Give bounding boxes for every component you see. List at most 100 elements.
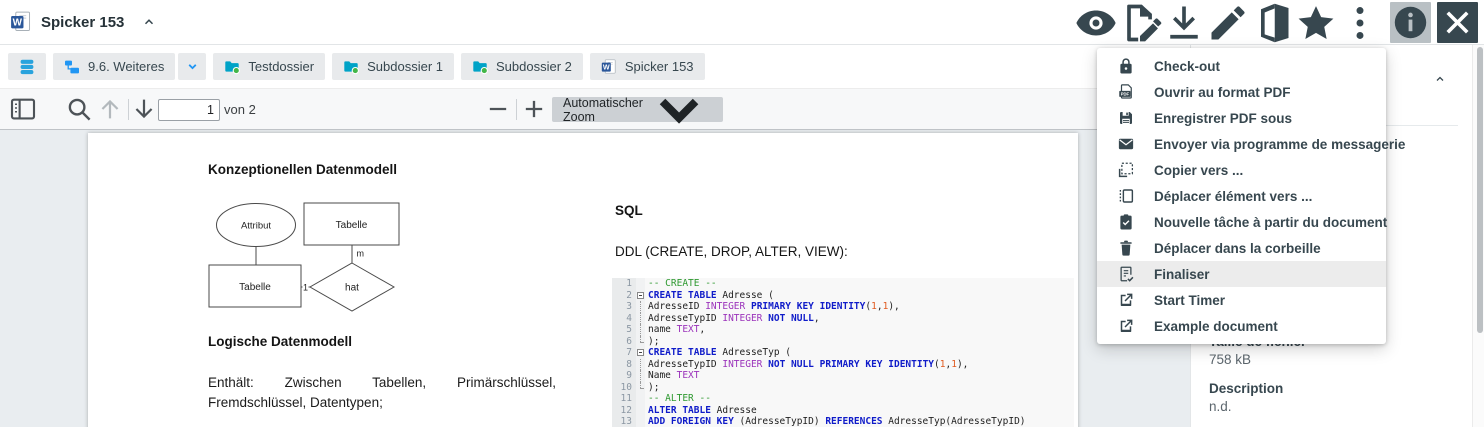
breadcrumb-item-dossier[interactable]: Subdossier 2 [461, 53, 583, 80]
menu-item-label: Finaliser [1154, 267, 1210, 282]
code-line-text: ADD FOREIGN KEY (AdresseTypID) REFERENCE… [645, 416, 1026, 427]
database-icon [19, 59, 35, 75]
checkout-and-edit-button[interactable] [1118, 0, 1162, 45]
code-line: 8AdresseTypID INTEGER NOT NULL PRIMARY K… [612, 359, 1074, 371]
code-line-number: 9 [612, 370, 636, 382]
doc-heading-logical: Logische Datenmodell [208, 334, 352, 349]
menu-item-send-via-mail[interactable]: Envoyer via programme de messagerie [1097, 131, 1386, 157]
menu-item-move-to-trash[interactable]: Déplacer dans la corbeille [1097, 235, 1386, 261]
chevron-down-blue-icon [184, 59, 200, 75]
menu-item-new-task-from-document[interactable]: Nouvelle tâche à partir du document [1097, 209, 1386, 235]
vertical-scrollbar-thumb[interactable] [1477, 47, 1483, 333]
zoom-out-button[interactable] [484, 89, 512, 129]
close-button[interactable] [1437, 2, 1478, 43]
code-line-number: 13 [612, 416, 636, 427]
code-line-number: 11 [612, 393, 636, 405]
page-number-input[interactable] [158, 99, 220, 121]
page-count-label: von 2 [224, 89, 256, 129]
code-fold-gutter [636, 393, 645, 405]
favorite-button[interactable] [1294, 0, 1338, 45]
code-fold-gutter [636, 359, 645, 371]
pdf-page: Konzeptionellen Datenmodell Attribut Tab… [88, 133, 1078, 427]
panel-field-label: Description [1209, 380, 1306, 398]
download-button[interactable] [1162, 0, 1206, 45]
menu-item-finalize[interactable]: Finaliser [1097, 261, 1386, 287]
code-fold-gutter [636, 416, 645, 427]
code-line-text: -- CREATE -- [645, 278, 717, 290]
chevron-up-icon [142, 15, 156, 29]
search-icon [64, 94, 94, 124]
edit-button[interactable] [1206, 0, 1250, 45]
menu-item-start-timer[interactable]: Start Timer [1097, 287, 1386, 313]
download-icon [1162, 1, 1206, 45]
page-title: Spicker 153 [41, 14, 124, 31]
code-fold-gutter [636, 336, 645, 348]
info-icon [1390, 2, 1431, 43]
code-line-text: Name TEXT [645, 370, 700, 382]
code-line-number: 3 [612, 301, 636, 313]
code-line-number: 2 [612, 290, 636, 302]
code-line: 4AdresseTypID INTEGER NOT NULL, [612, 313, 1074, 325]
menu-item-label: Start Timer [1154, 293, 1225, 308]
code-line-text: AdresseTypID INTEGER NOT NULL, [645, 313, 820, 325]
breadcrumb-item-category[interactable]: 9.6. Weiteres [53, 53, 175, 80]
zoom-in-button[interactable] [520, 89, 548, 129]
zoom-mode-label: Automatischer Zoom [563, 96, 643, 124]
code-line: 6); [612, 336, 1074, 348]
code-line: 5name TEXT, [612, 324, 1074, 336]
preview-button[interactable] [1074, 0, 1118, 45]
diagram-cardinality-m: m [357, 249, 365, 259]
sitemap-icon [64, 59, 80, 75]
mail-icon [1117, 135, 1135, 153]
breadcrumb-item-repository[interactable] [8, 53, 46, 80]
menu-item-label: Check-out [1154, 59, 1220, 74]
breadcrumb-label: Spicker 153 [625, 59, 694, 74]
panel-collapse-button[interactable] [1428, 67, 1452, 91]
breadcrumb-item-dossier[interactable]: Testdossier [213, 53, 325, 80]
diagram-attribute-label: Attribut [241, 221, 271, 232]
trash-icon [1117, 239, 1135, 257]
star-icon [1294, 1, 1338, 45]
code-line-number: 12 [612, 405, 636, 417]
menu-item-example-document[interactable]: Example document [1097, 313, 1386, 339]
code-line-text: ); [645, 336, 659, 348]
info-button[interactable] [1390, 2, 1431, 43]
menu-item-save-pdf-as[interactable]: Enregistrer PDF sous [1097, 105, 1386, 131]
chevron-down-icon [643, 73, 715, 145]
sidebar-toggle-button[interactable] [8, 89, 38, 129]
code-line-number: 5 [612, 324, 636, 336]
menu-item-label: Déplacer élément vers ... [1154, 189, 1312, 204]
panel-fields: Taille de fichier758 kBDescriptionn.d. [1209, 333, 1306, 427]
code-line: 13 ADD FOREIGN KEY (AdresseTypID) REFEREN… [612, 416, 1074, 427]
menu-item-label: Copier vers ... [1154, 163, 1243, 178]
folder-icon [472, 59, 488, 75]
menu-item-label: Déplacer dans la corbeille [1154, 241, 1321, 256]
app-window: W Spicker 153 9.6. WeiteresTestdossierSu… [0, 0, 1484, 427]
breadcrumb-dropdown-button[interactable] [178, 53, 206, 80]
folder-icon [224, 59, 240, 75]
doc-paragraph-line2: Fremdschlüssel, Datentypen; [208, 393, 556, 413]
title-collapse-button[interactable] [136, 9, 162, 35]
er-diagram: Attribut Tabelle Tabelle hat m 1 [206, 199, 406, 313]
find-button[interactable] [64, 89, 94, 129]
menu-item-move-element-to[interactable]: Déplacer élément vers ... [1097, 183, 1386, 209]
move-icon [1117, 187, 1135, 205]
menu-item-copy-to[interactable]: Copier vers ... [1097, 157, 1386, 183]
code-line-number: 10 [612, 382, 636, 394]
menu-item-label: Enregistrer PDF sous [1154, 111, 1292, 126]
menu-item-check-out[interactable]: Check-out [1097, 53, 1386, 79]
menu-item-open-as-pdf[interactable]: PDFOuvrir au format PDF [1097, 79, 1386, 105]
breadcrumb-item-dossier[interactable]: Subdossier 1 [332, 53, 454, 80]
finalize-icon [1117, 265, 1135, 283]
svg-text:PDF: PDF [1121, 92, 1130, 97]
save-icon [1117, 109, 1135, 127]
next-page-button[interactable] [130, 89, 158, 129]
zoom-mode-select[interactable]: Automatischer Zoom [552, 97, 723, 122]
code-line: 1-- CREATE -- [612, 278, 1074, 290]
previous-page-button[interactable] [96, 89, 124, 129]
copy-icon [1117, 161, 1135, 179]
plus-icon [520, 95, 548, 123]
folder-icon [343, 59, 359, 75]
open-in-office-button[interactable] [1250, 0, 1294, 45]
more-actions-button[interactable] [1338, 0, 1382, 45]
